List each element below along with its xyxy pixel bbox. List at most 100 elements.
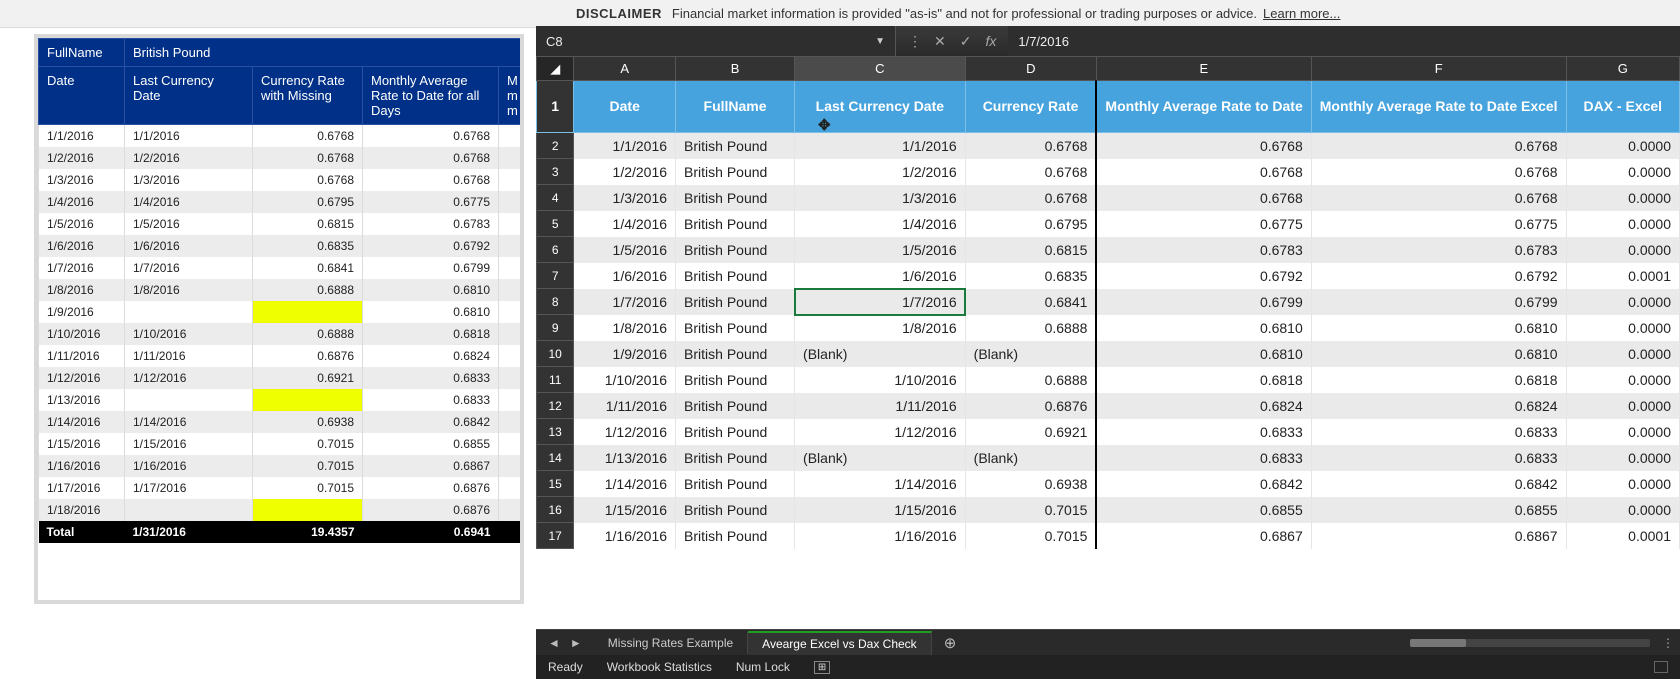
pivot-row[interactable]: 1/16/20161/16/20160.70150.6867 — [39, 455, 525, 477]
table-row[interactable]: 91/8/2016British Pound1/8/20160.68880.68… — [537, 315, 1680, 341]
pivot-row[interactable]: 1/12/20161/12/20160.69210.6833 — [39, 367, 525, 389]
name-box[interactable]: C8 ▼ — [536, 26, 896, 56]
table-header-dax[interactable]: DAX - Excel — [1566, 81, 1679, 133]
pivot-column-header[interactable]: Monthly Average Rate to Date for all Day… — [363, 67, 499, 125]
column-header-D[interactable]: D — [965, 57, 1096, 81]
pivot-row[interactable]: 1/4/20161/4/20160.67950.6775 — [39, 191, 525, 213]
table-row[interactable]: 71/6/2016British Pound1/6/20160.68350.67… — [537, 263, 1680, 289]
pivot-row[interactable]: 1/17/20161/17/20160.70150.6876 — [39, 477, 525, 499]
pivot-row[interactable]: 1/14/20161/14/20160.69380.6842 — [39, 411, 525, 433]
worksheet-pane: C8 ▼ ⋮ ✕ ✓ fx 1/7/2016 ✥ ◢ABCDEFG — [536, 26, 1680, 679]
fx-icon[interactable]: fx — [985, 33, 996, 49]
column-header-F[interactable]: F — [1311, 57, 1566, 81]
table-row[interactable]: 111/10/2016British Pound1/10/20160.68880… — [537, 367, 1680, 393]
table-row[interactable]: 131/12/2016British Pound1/12/20160.69210… — [537, 419, 1680, 445]
row-header[interactable]: 5 — [537, 211, 574, 237]
pivot-row[interactable]: 1/13/20160.6833 — [39, 389, 525, 411]
view-grid-icon[interactable] — [1654, 661, 1668, 673]
pivot-column-header[interactable]: Date — [39, 67, 125, 125]
table-row[interactable]: 51/4/2016British Pound1/4/20160.67950.67… — [537, 211, 1680, 237]
table-row[interactable]: 161/15/2016British Pound1/15/20160.70150… — [537, 497, 1680, 523]
pivot-column-header[interactable]: Currency Rate with Missing — [253, 67, 363, 125]
tab-avg-excel-dax[interactable]: Avearge Excel vs Dax Check — [748, 631, 932, 655]
table-row[interactable]: 101/9/2016British Pound(Blank)(Blank)0.6… — [537, 341, 1680, 367]
row-header[interactable]: 2 — [537, 133, 574, 159]
pivot-fullname-label[interactable]: FullName — [39, 39, 125, 67]
table-header-mavg[interactable]: Monthly Average Rate to Date — [1096, 81, 1311, 133]
table-header-lcd[interactable]: Last Currency Date — [795, 81, 966, 133]
worksheet-grid[interactable]: ✥ ◢ABCDEFG 1 Date FullName Last Currency… — [536, 56, 1680, 629]
tab-missing-rates[interactable]: Missing Rates Example — [594, 632, 748, 654]
pivot-table[interactable]: FullName British Pound DateLast Currency… — [38, 38, 524, 543]
row-header[interactable]: 8 — [537, 289, 574, 315]
row-header[interactable]: 14 — [537, 445, 574, 471]
pivot-row[interactable]: 1/18/20160.6876 — [39, 499, 525, 521]
pivot-total-lcd: 1/31/2016 — [125, 521, 253, 543]
row-header[interactable]: 6 — [537, 237, 574, 263]
accessibility-icon[interactable]: ⊞ — [814, 661, 830, 674]
column-header-G[interactable]: G — [1566, 57, 1679, 81]
cancel-icon[interactable]: ✕ — [934, 33, 946, 50]
row-header[interactable]: 11 — [537, 367, 574, 393]
table-row[interactable]: 151/14/2016British Pound1/14/20160.69380… — [537, 471, 1680, 497]
confirm-icon[interactable]: ✓ — [960, 33, 972, 50]
horizontal-scrollbar[interactable] — [1410, 639, 1650, 647]
table-row[interactable]: 141/13/2016British Pound(Blank)(Blank)0.… — [537, 445, 1680, 471]
row-header[interactable]: 1 — [537, 81, 574, 133]
table-row[interactable]: 31/2/2016British Pound1/2/20160.67680.67… — [537, 159, 1680, 185]
column-header-C[interactable]: C — [795, 57, 966, 81]
pivot-table-pane[interactable]: FullName British Pound DateLast Currency… — [34, 34, 524, 604]
pivot-row[interactable]: 1/9/20160.6810 — [39, 301, 525, 323]
table-row[interactable]: 171/16/2016British Pound1/16/20160.70150… — [537, 523, 1680, 549]
formula-input[interactable]: 1/7/2016 — [1008, 26, 1680, 56]
column-header-E[interactable]: E — [1096, 57, 1311, 81]
row-header[interactable]: 10 — [537, 341, 574, 367]
status-workbook-statistics[interactable]: Workbook Statistics — [607, 660, 712, 674]
table-row[interactable]: 21/1/2016British Pound1/1/20160.67680.67… — [537, 133, 1680, 159]
pivot-row[interactable]: 1/1/20161/1/20160.67680.6768 — [39, 125, 525, 148]
row-header[interactable]: 17 — [537, 523, 574, 549]
disclaimer-bar: DISCLAIMER Financial market information … — [0, 0, 1680, 28]
prev-sheet-icon[interactable]: ◄ — [548, 636, 560, 650]
row-header[interactable]: 15 — [537, 471, 574, 497]
pivot-row[interactable]: 1/6/20161/6/20160.68350.6792 — [39, 235, 525, 257]
pivot-total-avg: 0.6941 — [363, 521, 499, 543]
options-icon[interactable]: ⋮ — [908, 33, 920, 50]
sheet-tab-bar: ◄ ► Missing Rates Example Avearge Excel … — [536, 629, 1680, 655]
row-header[interactable]: 3 — [537, 159, 574, 185]
disclaimer-learnmore-link[interactable]: Learn more... — [1263, 6, 1340, 21]
pivot-row[interactable]: 1/2/20161/2/20160.67680.6768 — [39, 147, 525, 169]
table-row[interactable]: 81/7/2016British Pound1/7/20160.68410.67… — [537, 289, 1680, 315]
table-header-mavg-excel[interactable]: Monthly Average Rate to Date Excel — [1311, 81, 1566, 133]
pivot-row[interactable]: 1/7/20161/7/20160.68410.6799 — [39, 257, 525, 279]
table-row[interactable]: 61/5/2016British Pound1/5/20160.68150.67… — [537, 237, 1680, 263]
pivot-row[interactable]: 1/10/20161/10/20160.68880.6818 — [39, 323, 525, 345]
pivot-row[interactable]: 1/8/20161/8/20160.68880.6810 — [39, 279, 525, 301]
pivot-fullname-value[interactable]: British Pound — [125, 39, 525, 67]
pivot-column-header[interactable]: M m m — [499, 67, 525, 125]
table-header-date[interactable]: Date — [574, 81, 676, 133]
table-header-fullname[interactable]: FullName — [676, 81, 795, 133]
pivot-column-header[interactable]: Last Currency Date — [125, 67, 253, 125]
tabbar-options-icon[interactable]: ⋮ — [1662, 636, 1672, 650]
column-header-B[interactable]: B — [676, 57, 795, 81]
row-header[interactable]: 16 — [537, 497, 574, 523]
select-all-corner[interactable]: ◢ — [537, 57, 574, 81]
table-row[interactable]: 41/3/2016British Pound1/3/20160.67680.67… — [537, 185, 1680, 211]
row-header[interactable]: 7 — [537, 263, 574, 289]
row-header[interactable]: 12 — [537, 393, 574, 419]
add-sheet-button[interactable]: ⊕ — [932, 634, 969, 652]
row-header[interactable]: 4 — [537, 185, 574, 211]
chevron-down-icon[interactable]: ▼ — [875, 36, 885, 47]
next-sheet-icon[interactable]: ► — [570, 636, 582, 650]
pivot-row[interactable]: 1/3/20161/3/20160.67680.6768 — [39, 169, 525, 191]
pivot-row[interactable]: 1/11/20161/11/20160.68760.6824 — [39, 345, 525, 367]
status-bar: Ready Workbook Statistics Num Lock ⊞ — [536, 655, 1680, 679]
table-row[interactable]: 121/11/2016British Pound1/11/20160.68760… — [537, 393, 1680, 419]
pivot-row[interactable]: 1/15/20161/15/20160.70150.6855 — [39, 433, 525, 455]
row-header[interactable]: 13 — [537, 419, 574, 445]
column-header-A[interactable]: A — [574, 57, 676, 81]
table-header-rate[interactable]: Currency Rate — [965, 81, 1096, 133]
row-header[interactable]: 9 — [537, 315, 574, 341]
pivot-row[interactable]: 1/5/20161/5/20160.68150.6783 — [39, 213, 525, 235]
